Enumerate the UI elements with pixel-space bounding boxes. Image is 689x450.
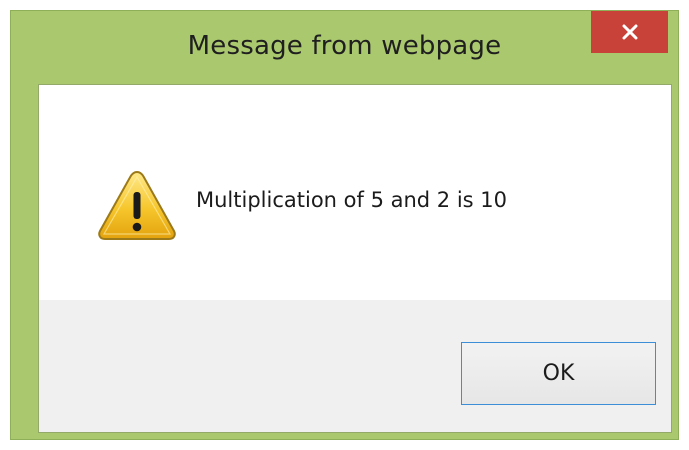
close-icon	[621, 23, 639, 41]
message-text: Multiplication of 5 and 2 is 10	[196, 188, 507, 212]
close-button[interactable]	[591, 11, 668, 53]
alert-dialog: Message from webpage Multiplication of 5…	[10, 10, 679, 440]
message-area: Multiplication of 5 and 2 is 10	[39, 85, 671, 300]
button-area: OK	[39, 300, 671, 432]
dialog-content: Multiplication of 5 and 2 is 10 OK	[38, 84, 672, 433]
dialog-title: Message from webpage	[187, 31, 502, 61]
ok-button[interactable]: OK	[461, 342, 656, 405]
title-bar[interactable]: Message from webpage	[11, 11, 678, 81]
warning-icon	[96, 168, 178, 243]
